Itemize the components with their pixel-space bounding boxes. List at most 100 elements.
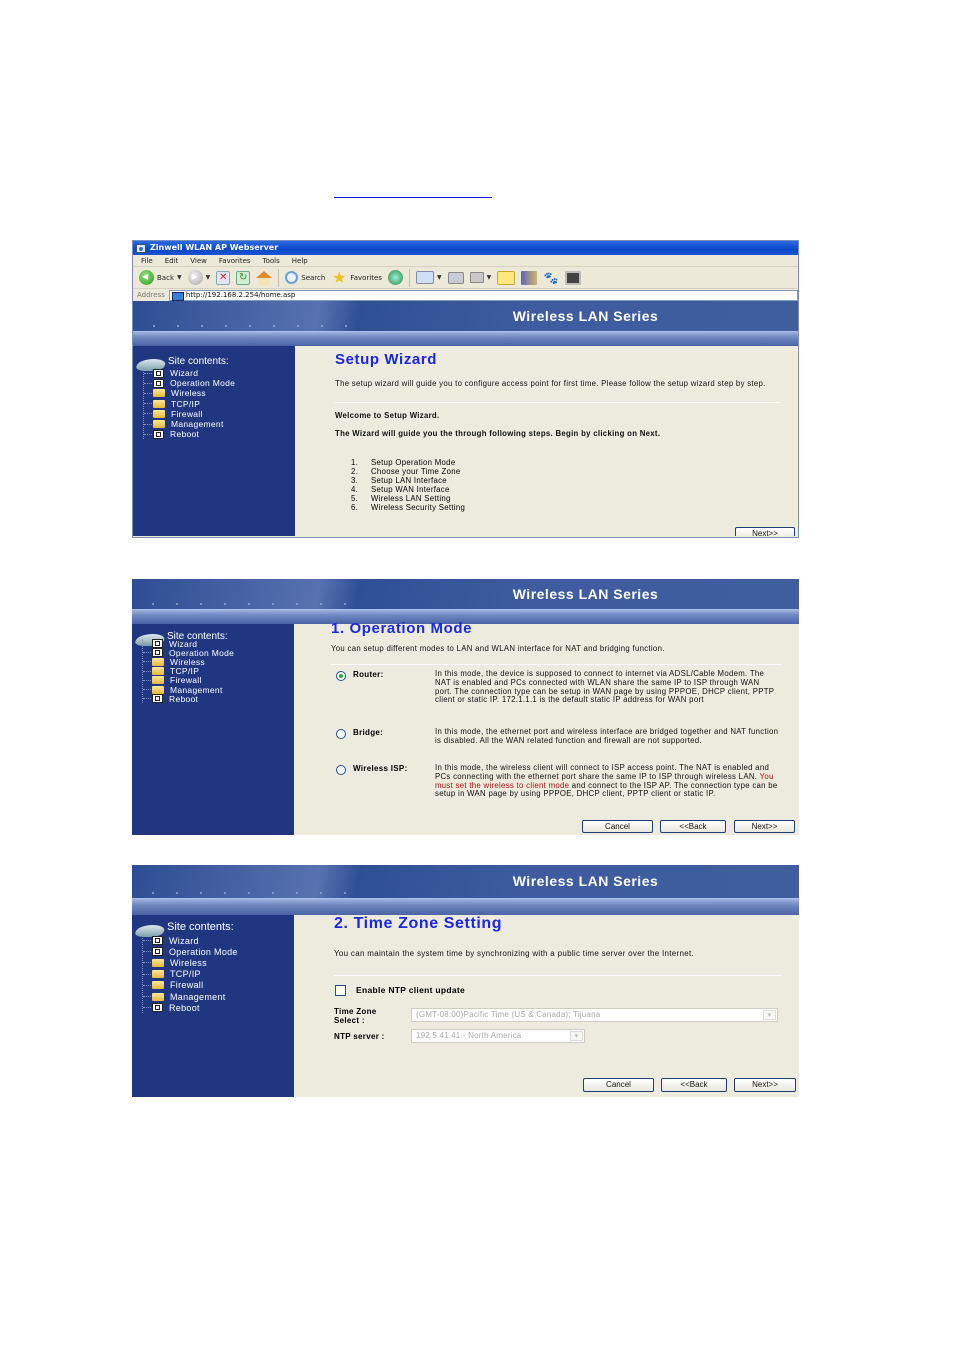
menu-help[interactable]: Help	[292, 255, 308, 266]
menu-tools[interactable]: Tools	[263, 255, 280, 266]
page-icon	[152, 694, 163, 704]
welcome-text: Welcome to Setup Wizard.	[335, 411, 440, 420]
favorites-button[interactable]: ★ Favorites	[331, 267, 382, 287]
print-icon[interactable]	[447, 271, 464, 284]
back-button[interactable]: Back ▼	[139, 270, 182, 285]
note-icon[interactable]	[497, 270, 516, 285]
divider	[335, 402, 780, 403]
banner-decoration	[153, 325, 353, 327]
chevron-down-icon[interactable]: ▼	[437, 274, 442, 281]
sidebar-item-management[interactable]: Management	[143, 991, 238, 1002]
ntp-server-value: 192.5.41.41 - North America	[416, 1031, 522, 1040]
page-icon	[153, 378, 164, 388]
main-content: Setup Wizard The setup wizard will guide…	[295, 346, 798, 536]
folder-icon	[153, 409, 165, 418]
sidebar-item-label: Firewall	[171, 408, 203, 419]
menu-favorites[interactable]: Favorites	[219, 255, 251, 266]
menu-view[interactable]: View	[190, 255, 207, 266]
step-item: 1. Setup Operation Mode	[351, 458, 465, 467]
sidebar-item-label: Operation Mode	[170, 378, 236, 389]
step-item: 4. Setup WAN Interface	[351, 485, 465, 494]
bridge-radio[interactable]	[336, 729, 346, 739]
sidebar-item-operation-mode[interactable]: Operation Mode	[143, 946, 238, 957]
sidebar-item-reboot[interactable]: Reboot	[143, 1002, 238, 1013]
banner-strip	[132, 898, 799, 915]
site-tree: Wizard Operation Mode Wireless TCP/IP Fi…	[142, 639, 234, 704]
star-icon: ★	[332, 267, 347, 287]
address-input[interactable]: http://192.168.2.254/home.asp	[168, 289, 798, 301]
site-contents-label: Site contents:	[167, 921, 234, 933]
toolbar-separator	[408, 268, 410, 287]
menu-edit[interactable]: Edit	[165, 255, 179, 266]
cancel-button[interactable]: Cancel	[583, 1078, 654, 1092]
page-icon	[152, 947, 163, 957]
time-zone-select[interactable]: (GMT-08:00)Pacific Time (US & Canada); T…	[411, 1008, 778, 1022]
ntp-enable-label: Enable NTP client update	[356, 985, 466, 995]
chevron-down-icon[interactable]: ▼	[177, 274, 182, 281]
sidebar-item-firewall[interactable]: Firewall	[143, 980, 238, 991]
folder-icon	[152, 992, 164, 1001]
ntp-enable-checkbox[interactable]	[335, 985, 346, 996]
hyperlink-underline[interactable]	[334, 184, 492, 198]
sidebar-item-label: Wireless	[170, 957, 207, 968]
page-title: Setup Wizard	[335, 351, 438, 368]
banner: Wireless LAN Series	[133, 301, 798, 331]
next-button[interactable]: Next>>	[734, 820, 795, 833]
research-icon[interactable]	[565, 270, 582, 285]
back-button[interactable]: <<Back	[660, 820, 726, 833]
chevron-down-icon[interactable]: ▾	[570, 1031, 583, 1041]
back-label: Back	[157, 273, 174, 282]
ntp-server-select[interactable]: 192.5.41.41 - North America ▾	[411, 1029, 585, 1043]
router-radio[interactable]	[336, 671, 346, 681]
mode-description: In this mode, the ethernet port and wire…	[435, 727, 779, 745]
chevron-down-icon[interactable]: ▼	[487, 274, 492, 281]
sidebar-item-wireless[interactable]: Wireless	[144, 388, 235, 398]
search-button[interactable]: Search	[285, 271, 325, 284]
mode-bridge: Bridge: In this mode, the ethernet port …	[336, 727, 779, 746]
step-number: 5.	[351, 494, 359, 503]
messenger-icon[interactable]	[521, 270, 538, 285]
chevron-down-icon[interactable]: ▾	[763, 1010, 776, 1020]
folder-icon	[152, 657, 164, 666]
cancel-button[interactable]: Cancel	[582, 820, 653, 833]
forward-button[interactable]: ▼	[187, 270, 211, 285]
paw-icon[interactable]: 🐾	[543, 271, 559, 285]
next-button[interactable]: Next>>	[734, 1078, 796, 1092]
step-item: 5. Wireless LAN Setting	[351, 494, 465, 503]
address-label: Address	[137, 291, 165, 299]
window-titlebar: Zinwell WLAN AP Webserver	[133, 241, 798, 255]
desc-text: In this mode, the wireless client will c…	[435, 763, 770, 781]
edit-button[interactable]: ▼	[469, 272, 492, 283]
menu-bar: File Edit View Favorites Tools Help	[133, 255, 798, 267]
favorites-label: Favorites	[350, 273, 382, 282]
sidebar-item-management[interactable]: Management	[144, 419, 235, 429]
wireless-isp-radio[interactable]	[336, 765, 346, 775]
sidebar: Site contents: Wizard Operation Mode Wir…	[133, 346, 295, 536]
guide-text: The Wizard will guide you the through fo…	[335, 429, 661, 438]
sidebar-item-operation-mode[interactable]: Operation Mode	[144, 378, 235, 388]
chevron-down-icon[interactable]: ▼	[206, 274, 211, 281]
home-icon[interactable]	[256, 270, 273, 285]
search-label: Search	[301, 273, 326, 282]
mail-button[interactable]: ▼	[415, 271, 442, 284]
next-button[interactable]: Next>>	[735, 527, 795, 536]
sidebar-item-wizard[interactable]: Wizard	[143, 935, 238, 946]
browser-toolbar: Back ▼ ▼ ✕ ↻ Search ★ Favorites ▼ ▼	[133, 267, 798, 289]
media-icon[interactable]	[387, 270, 403, 285]
sidebar-item-wizard[interactable]: Wizard	[144, 368, 235, 378]
stop-icon[interactable]: ✕	[216, 270, 231, 285]
step-label: Choose your Time Zone	[371, 467, 461, 476]
refresh-icon[interactable]: ↻	[236, 270, 251, 285]
sidebar-item-reboot[interactable]: Reboot	[143, 694, 234, 704]
banner-title: Wireless LAN Series	[512, 586, 659, 602]
step-label: Wireless LAN Setting	[371, 494, 451, 503]
sidebar-item-firewall[interactable]: Firewall	[144, 409, 235, 419]
divider	[334, 975, 781, 976]
sidebar-item-tcpip[interactable]: TCP/IP	[144, 399, 235, 409]
sidebar-item-reboot[interactable]: Reboot	[144, 429, 235, 439]
menu-file[interactable]: File	[141, 255, 153, 266]
sidebar-item-wireless[interactable]: Wireless	[143, 957, 238, 968]
sidebar-item-tcpip[interactable]: TCP/IP	[143, 969, 238, 980]
sidebar-item-label: TCP/IP	[170, 969, 201, 980]
back-button[interactable]: <<Back	[661, 1078, 727, 1092]
